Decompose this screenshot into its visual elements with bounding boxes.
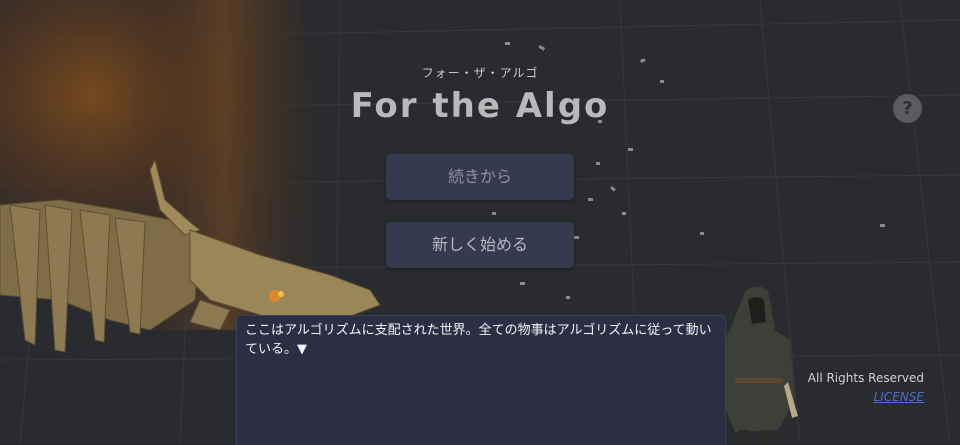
- dialog-box[interactable]: ここはアルゴリズムに支配された世界。全ての物事はアルゴリズムに従って動いている。…: [236, 315, 726, 445]
- game-title: For the Algo: [350, 86, 610, 126]
- license-link[interactable]: LICENSE: [800, 390, 924, 404]
- game-subtitle: フォー・ザ・アルゴ: [421, 66, 539, 80]
- dialog-text: ここはアルゴリズムに支配された世界。全ての物事はアルゴリズムに従って動いている。…: [245, 323, 712, 357]
- continue-button[interactable]: 続きから: [386, 154, 574, 200]
- help-button[interactable]: ?: [893, 94, 922, 123]
- new-game-button[interactable]: 新しく始める: [386, 222, 574, 268]
- copyright-text: All Rights Reserved: [807, 371, 924, 385]
